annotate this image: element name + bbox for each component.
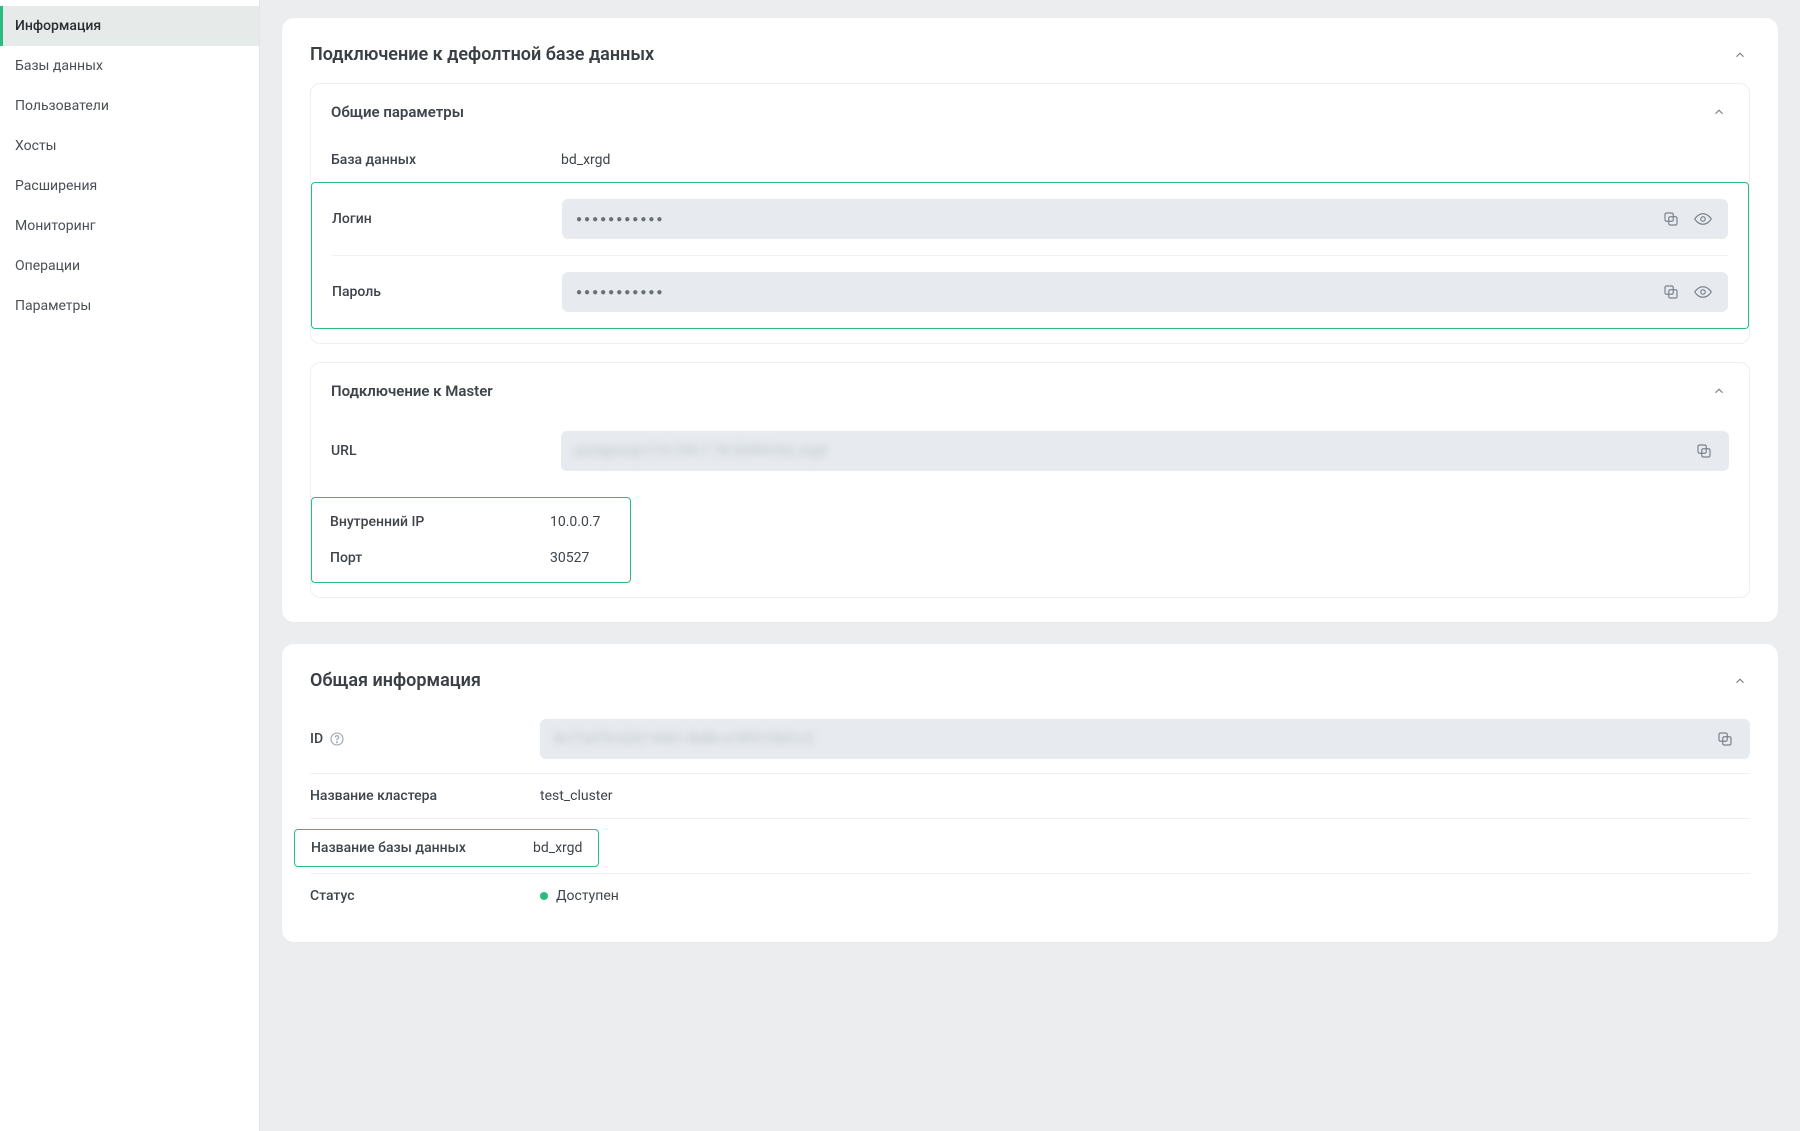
port-label: Порт (330, 550, 550, 566)
url-masked-box: postgresql://10.254.7.78:32065/bd_xrgd (561, 431, 1729, 471)
copy-icon[interactable] (1660, 281, 1682, 303)
sidebar-item-monitoring[interactable]: Мониторинг (0, 206, 259, 246)
internal-ip-label: Внутренний IP (330, 514, 550, 530)
db-name-label: Название базы данных (311, 840, 533, 856)
status-value: Доступен (556, 888, 619, 904)
help-icon[interactable] (329, 731, 345, 747)
cluster-name-row: Название кластера test_cluster (310, 773, 1750, 818)
general-params-title: Общие параметры (331, 103, 464, 121)
password-masked-value: ●●●●●●●●●●● (576, 287, 664, 298)
login-masked-box: ●●●●●●●●●●● (562, 199, 1728, 239)
master-connection-body: URL postgresql://10.254.7.78:32065/bd_xr… (311, 415, 1749, 597)
sidebar-item-parameters[interactable]: Параметры (0, 286, 259, 326)
connection-card-title: Подключение к дефолтной базе данных (310, 44, 654, 65)
general-params-header: Общие параметры (311, 84, 1749, 136)
copy-icon[interactable] (1660, 208, 1682, 230)
status-value-wrap: Доступен (540, 888, 1750, 904)
eye-icon[interactable] (1692, 208, 1714, 230)
url-actions (1693, 440, 1715, 462)
cluster-name-value: test_cluster (540, 788, 1750, 804)
login-row: Логин ●●●●●●●●●●● (332, 183, 1728, 255)
status-dot-icon (540, 892, 548, 900)
copy-icon[interactable] (1714, 728, 1736, 750)
internal-ip-row: Внутренний IP 10.0.0.7 (330, 504, 612, 540)
url-masked-value: postgresql://10.254.7.78:32065/bd_xrgd (575, 443, 826, 459)
sidebar-item-databases[interactable]: Базы данных (0, 46, 259, 86)
general-info-title: Общая информация (310, 670, 481, 691)
sidebar-item-label: Операции (15, 258, 80, 274)
eye-icon[interactable] (1692, 281, 1714, 303)
master-connection-title: Подключение к Master (331, 382, 493, 400)
id-actions (1714, 728, 1736, 750)
status-row: Статус Доступен (310, 873, 1750, 918)
sidebar-item-extensions[interactable]: Расширения (0, 166, 259, 206)
general-params-body: База данных bd_xrgd Логин ●●●●●●●●●●● (311, 136, 1749, 343)
sidebar-item-label: Информация (15, 18, 101, 34)
sidebar: Информация Базы данных Пользователи Хост… (0, 0, 260, 1131)
connection-card-header: Подключение к дефолтной базе данных (310, 44, 1750, 65)
general-info-body: ID 8c77af70-6267-4361-8e86-a18f4126d1c3 (310, 705, 1750, 918)
internal-ip-value: 10.0.0.7 (550, 514, 612, 530)
sidebar-item-label: Мониторинг (15, 218, 96, 234)
general-info-header: Общая информация (310, 670, 1750, 691)
db-name-highlight: Название базы данных bd_xrgd (294, 829, 599, 867)
connection-card: Подключение к дефолтной базе данных Общи… (282, 18, 1778, 622)
master-connection-section: Подключение к Master URL postgresql://10… (310, 362, 1750, 598)
master-connection-header: Подключение к Master (311, 363, 1749, 415)
general-params-section: Общие параметры База данных bd_xrgd Логи… (310, 83, 1750, 344)
sidebar-item-operations[interactable]: Операции (0, 246, 259, 286)
login-masked-value: ●●●●●●●●●●● (576, 214, 664, 225)
copy-icon[interactable] (1693, 440, 1715, 462)
general-info-card: Общая информация ID 8c77af70-6267-4361-8… (282, 644, 1778, 942)
login-label: Логин (332, 211, 562, 227)
status-label: Статус (310, 888, 540, 904)
id-label: ID (310, 731, 540, 747)
sidebar-item-info[interactable]: Информация (0, 6, 259, 46)
sidebar-item-label: Параметры (15, 298, 91, 314)
chevron-up-icon[interactable] (1709, 102, 1729, 122)
cluster-name-label: Название кластера (310, 788, 540, 804)
password-masked-box: ●●●●●●●●●●● (562, 272, 1728, 312)
sidebar-item-label: Хосты (15, 138, 57, 154)
sidebar-item-label: Пользователи (15, 98, 109, 114)
port-row: Порт 30527 (330, 540, 612, 576)
database-row: База данных bd_xrgd (331, 138, 1729, 182)
id-label-text: ID (310, 731, 323, 747)
sidebar-item-label: Базы данных (15, 58, 103, 74)
id-masked-box: 8c77af70-6267-4361-8e86-a18f4126d1c3 (540, 719, 1750, 759)
sidebar-item-hosts[interactable]: Хосты (0, 126, 259, 166)
db-name-value: bd_xrgd (533, 840, 582, 856)
database-label: База данных (331, 152, 561, 168)
url-row: URL postgresql://10.254.7.78:32065/bd_xr… (331, 417, 1729, 485)
password-label: Пароль (332, 284, 562, 300)
chevron-up-icon[interactable] (1709, 381, 1729, 401)
id-row: ID 8c77af70-6267-4361-8e86-a18f4126d1c3 (310, 705, 1750, 773)
id-masked-value: 8c77af70-6267-4361-8e86-a18f4126d1c3 (554, 731, 813, 747)
password-row: Пароль ●●●●●●●●●●● (332, 255, 1728, 328)
sidebar-item-users[interactable]: Пользователи (0, 86, 259, 126)
password-actions (1660, 281, 1714, 303)
login-actions (1660, 208, 1714, 230)
db-name-row-wrap: Название базы данных bd_xrgd (310, 818, 1750, 873)
chevron-up-icon[interactable] (1730, 671, 1750, 691)
port-value: 30527 (550, 550, 612, 566)
main-content: Подключение к дефолтной базе данных Общи… (260, 0, 1800, 1131)
ip-port-highlight: Внутренний IP 10.0.0.7 Порт 30527 (311, 497, 631, 583)
chevron-up-icon[interactable] (1730, 45, 1750, 65)
database-value: bd_xrgd (561, 152, 1729, 168)
url-label: URL (331, 443, 561, 459)
sidebar-item-label: Расширения (15, 178, 97, 194)
credentials-highlight: Логин ●●●●●●●●●●● (311, 182, 1749, 329)
